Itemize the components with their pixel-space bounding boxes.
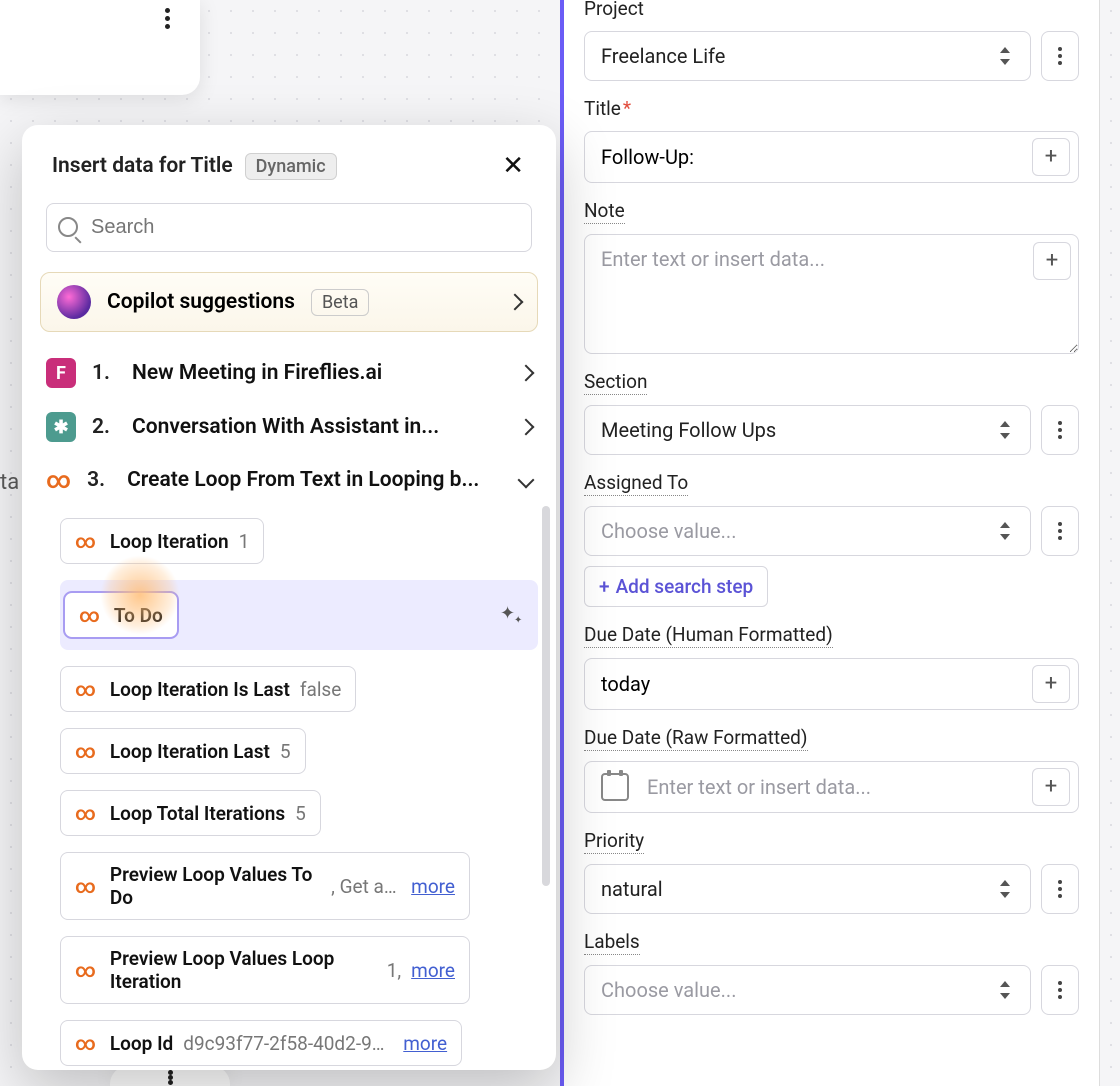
due-raw-insert-button[interactable] [1032,768,1070,806]
label-due-human: Due Date (Human Formatted) [584,623,833,648]
clipped-text: ta [0,470,19,495]
more-icon[interactable] [168,1070,173,1086]
plus-icon: + [599,575,610,598]
step-number: 2. [92,415,116,439]
priority-more-button[interactable] [1041,864,1079,914]
step-label: Conversation With Assistant in... [132,415,504,439]
more-link[interactable]: more [411,959,455,982]
step-2-row[interactable]: ✱ 2. Conversation With Assistant in... [22,400,556,454]
scrollbar-thumb[interactable] [542,506,550,886]
label-priority: Priority [584,829,644,854]
chevron-right-icon [509,293,521,312]
loop-icon: ∞ [79,603,100,627]
search-icon [58,217,78,237]
project-more-button[interactable] [1041,31,1079,81]
due-human-insert-button[interactable] [1032,665,1070,703]
updown-icon [996,979,1014,1001]
sparkle-icon[interactable] [500,603,524,627]
fields-list: ∞ Loop Iteration 1 ∞ To Do ∞ Loop Iterat… [22,506,556,1070]
priority-select[interactable]: natural [584,864,1031,914]
more-icon[interactable] [165,8,170,29]
loop-icon: ∞ [75,677,96,701]
project-select[interactable]: Freelance Life [584,31,1031,81]
due-human-input[interactable]: today [584,658,1079,710]
priority-value: natural [601,877,663,901]
title-value: Follow-Up: [601,145,1022,169]
card-stub [0,0,200,95]
labels-placeholder: Choose value... [601,978,736,1002]
chatgpt-icon: ✱ [46,412,76,442]
form-panel: Project Freelance Life Title* Follow-Up:… [560,0,1100,1086]
loop-icon: ∞ [75,801,96,825]
step-number: 1. [92,361,116,385]
note-insert-button[interactable] [1033,242,1071,280]
copilot-suggestions-row[interactable]: Copilot suggestions Beta [40,272,538,332]
labels-select[interactable]: Choose value... [584,965,1031,1015]
chevron-right-icon [520,361,532,385]
field-chip-is-last[interactable]: ∞ Loop Iteration Is Last false [60,666,356,712]
title-input[interactable]: Follow-Up: [584,131,1079,183]
step-3-row[interactable]: ∞ 3. Create Loop From Text in Looping b.… [22,454,556,506]
label-labels: Labels [584,930,640,955]
chevron-down-icon [520,468,532,492]
field-chip-preview-todo[interactable]: ∞ Preview Loop Values To Do , Get a co m… [60,852,470,920]
copilot-icon [57,285,91,319]
note-placeholder: Enter text or insert data... [601,247,825,271]
field-chip-loop-iteration[interactable]: ∞ Loop Iteration 1 [60,518,264,564]
loop-icon: ∞ [46,466,71,494]
section-more-button[interactable] [1041,405,1079,455]
beta-badge: Beta [311,289,369,316]
more-link[interactable]: more [403,1032,447,1055]
assigned-select[interactable]: Choose value... [584,506,1031,556]
label-note: Note [584,199,625,224]
picker-title: Insert data for Title [52,154,233,178]
calendar-icon [601,773,629,801]
due-raw-placeholder: Enter text or insert data... [647,775,1022,799]
loop-icon: ∞ [75,958,96,982]
dynamic-badge: Dynamic [245,153,337,180]
step-1-row[interactable]: F 1. New Meeting in Fireflies.ai [22,346,556,400]
fireflies-icon: F [46,358,76,388]
due-raw-input[interactable]: Enter text or insert data... [584,761,1079,813]
field-chip-iteration-last[interactable]: ∞ Loop Iteration Last 5 [60,728,306,774]
note-textarea[interactable]: Enter text or insert data... [584,234,1079,354]
section-select[interactable]: Meeting Follow Ups [584,405,1031,455]
step-label: New Meeting in Fireflies.ai [132,361,504,385]
loop-icon: ∞ [75,529,96,553]
more-link[interactable]: more [411,875,455,898]
labels-more-button[interactable] [1041,965,1079,1015]
label-title: Title* [584,97,631,121]
due-human-value: today [601,672,1022,696]
copilot-label: Copilot suggestions [107,290,295,314]
section-value: Meeting Follow Ups [601,418,776,442]
field-chip-to-do[interactable]: ∞ To Do [64,592,178,638]
field-chip-preview-iteration[interactable]: ∞ Preview Loop Values Loop Iteration 1, … [60,936,470,1004]
project-value: Freelance Life [601,44,725,68]
updown-icon [996,878,1014,900]
chevron-right-icon [520,415,532,439]
label-due-raw: Due Date (Raw Formatted) [584,726,808,751]
title-insert-button[interactable] [1032,138,1070,176]
label-project: Project [584,0,644,21]
loop-icon: ∞ [75,739,96,763]
label-section: Section [584,370,647,395]
field-chip-loop-id[interactable]: ∞ Loop Id d9c93f77-2f58-40d2-9b7b-1 more [60,1020,462,1066]
field-chip-total-iterations[interactable]: ∞ Loop Total Iterations 5 [60,790,321,836]
assigned-more-button[interactable] [1041,506,1079,556]
add-search-step-button[interactable]: + Add search step [584,566,768,607]
search-input[interactable] [46,203,532,252]
updown-icon [996,45,1014,67]
close-button[interactable]: ✕ [496,147,530,185]
field-chip-selected-row: ∞ To Do [60,580,538,650]
updown-icon [996,419,1014,441]
step-number: 3. [87,468,111,492]
assigned-placeholder: Choose value... [601,519,736,543]
step-label: Create Loop From Text in Looping b... [127,468,504,492]
loop-icon: ∞ [75,874,96,898]
label-assigned: Assigned To [584,471,688,496]
loop-icon: ∞ [75,1031,96,1055]
updown-icon [996,520,1014,542]
data-picker-panel: Insert data for Title Dynamic ✕ Copilot … [22,125,556,1070]
